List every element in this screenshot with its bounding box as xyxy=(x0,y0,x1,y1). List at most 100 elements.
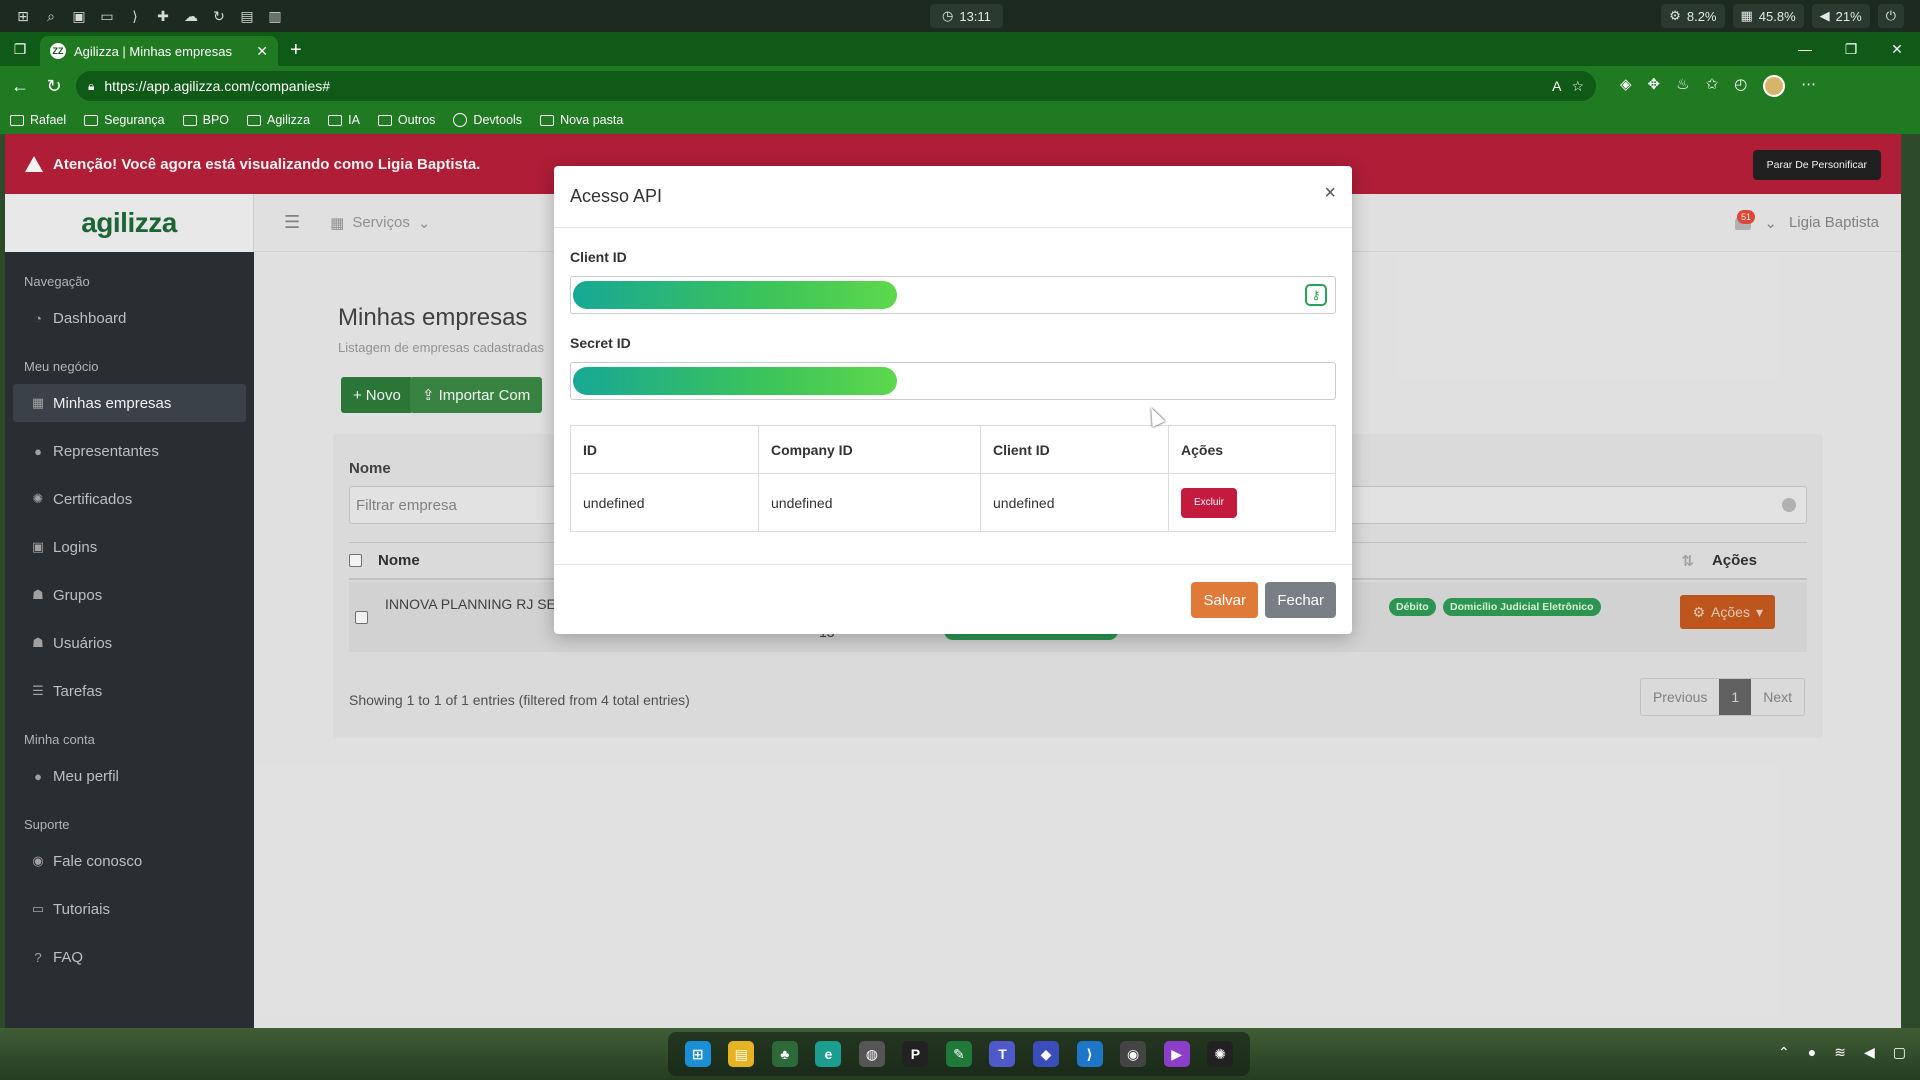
folder-icon xyxy=(10,114,24,126)
column-header-id: ID xyxy=(570,425,759,474)
notepad-icon[interactable]: ✎ xyxy=(945,1041,972,1067)
terminal-icon[interactable]: ▭ xyxy=(98,7,116,25)
vscode-icon[interactable]: ⟩ xyxy=(126,7,144,25)
windows-start-icon[interactable]: ⊞ xyxy=(684,1041,711,1067)
redacted-value xyxy=(573,281,897,309)
volume-value: 21% xyxy=(1835,8,1862,24)
key-shield-icon[interactable]: ⚷ xyxy=(1305,284,1327,306)
puzzle-icon[interactable]: ✥ xyxy=(1648,75,1661,97)
address-bar: ← ↻ 🔒︎ https://app.agilizza.com/companie… xyxy=(0,66,1920,106)
globe-app-icon[interactable]: ◍ xyxy=(858,1041,885,1067)
favorites-icon[interactable]: ✩ xyxy=(1706,75,1719,97)
reload-icon[interactable]: ↻ xyxy=(42,76,66,97)
volume-widget[interactable]: ◀ 21% xyxy=(1811,4,1870,28)
split-screen-icon[interactable]: ♨ xyxy=(1676,75,1689,97)
bookmark-label: BPO xyxy=(202,113,230,127)
clock-widget[interactable]: ◷ 13:11 xyxy=(930,4,1003,28)
openai-icon[interactable]: ✺ xyxy=(1207,1041,1234,1067)
excluir-button[interactable]: Excluir xyxy=(1181,487,1238,518)
bookmark-agilizza[interactable]: Agilizza xyxy=(247,113,310,127)
clock-icon: ◷ xyxy=(942,8,954,23)
file-explorer-icon[interactable]: ▤ xyxy=(728,1041,755,1067)
table-header-row: ID Company ID Client ID Ações xyxy=(570,425,1336,474)
extension-icon[interactable]: ◈ xyxy=(1620,75,1632,97)
cpu-widget[interactable]: ⚙ 8.2% xyxy=(1661,4,1725,28)
leaf-app-icon[interactable]: ♣ xyxy=(771,1041,798,1067)
bookmark-devtools[interactable]: Devtools xyxy=(453,113,522,127)
chrome-icon[interactable]: ◉ xyxy=(1120,1041,1147,1067)
bookmark-ia[interactable]: IA xyxy=(328,113,360,127)
pycharm-icon[interactable]: P xyxy=(902,1041,929,1067)
refresh-app-icon[interactable]: ↻ xyxy=(210,7,228,25)
client-id-field[interactable]: ⚷ xyxy=(570,276,1336,314)
edge-browser-icon[interactable]: e xyxy=(815,1041,842,1067)
cpu-value: 8.2% xyxy=(1686,8,1717,24)
memory-value: 45.8% xyxy=(1758,8,1796,24)
bookmark-label: Segurança xyxy=(104,113,165,127)
profile-avatar[interactable] xyxy=(1763,75,1786,97)
site-info-icon[interactable]: 🔒︎ xyxy=(88,79,94,94)
fechar-button[interactable]: Fechar xyxy=(1265,582,1336,618)
dev-app-icon[interactable]: ◆ xyxy=(1033,1041,1060,1067)
speaker-icon[interactable]: ◀ xyxy=(1864,1044,1875,1061)
new-tab-icon[interactable]: + xyxy=(278,39,314,66)
bookmark-nova-pasta[interactable]: Nova pasta xyxy=(540,113,623,127)
restore-icon[interactable]: ❐ xyxy=(1828,32,1874,66)
video-app-icon[interactable]: ▶ xyxy=(1163,1041,1190,1067)
tab-actions-icon[interactable]: ❐ xyxy=(0,32,40,66)
vscode-icon[interactable]: ⟩ xyxy=(1076,1041,1103,1067)
api-access-modal: Acesso API × Client ID ⚷ Secret ID ID Co… xyxy=(554,166,1352,634)
chevron-up-icon[interactable]: ⌃ xyxy=(1778,1044,1790,1061)
read-aloud-icon[interactable]: A xyxy=(1552,78,1561,94)
browser-tab[interactable]: ZZ Agilizza | Minhas empresas ✕ xyxy=(40,36,278,66)
favorite-star-icon[interactable]: ☆ xyxy=(1571,78,1584,95)
secret-id-field[interactable] xyxy=(570,362,1336,400)
image-app-icon[interactable]: ▣ xyxy=(70,7,88,25)
taskbar: ⊞ ▤ ♣ e ◍ P ✎ T ◆ ⟩ ◉ ▶ ✺ ⌃ ● ≋ ◀ ▢ xyxy=(0,1028,1920,1080)
cloud-icon[interactable]: ☁ xyxy=(182,7,200,25)
windows-start-icon[interactable]: ⊞ xyxy=(14,7,32,25)
plus-app-icon[interactable]: ✚ xyxy=(154,7,172,25)
cpu-icon: ⚙ xyxy=(1669,8,1681,23)
power-widget[interactable]: ⏻ xyxy=(1877,4,1904,28)
power-icon: ⏻ xyxy=(1885,8,1896,23)
system-tray: ⌃ ● ≋ ◀ ▢ xyxy=(1778,1044,1906,1061)
tab-title: Agilizza | Minhas empresas xyxy=(74,43,232,59)
browser-tab-bar: ❐ ZZ Agilizza | Minhas empresas ✕ + — ❐ … xyxy=(0,32,1920,66)
bookmark-seguranca[interactable]: Segurança xyxy=(84,113,165,127)
minimize-icon[interactable]: — xyxy=(1782,32,1828,66)
window-close-icon[interactable]: ✕ xyxy=(1874,32,1920,66)
bookmark-outros[interactable]: Outros xyxy=(377,113,435,127)
bookmark-rafael[interactable]: Rafael xyxy=(10,113,66,127)
notification-icon[interactable]: ▢ xyxy=(1893,1044,1906,1061)
wifi-icon[interactable]: ≋ xyxy=(1834,1044,1846,1061)
bookmark-label: Agilizza xyxy=(267,113,311,127)
clock-time: 13:11 xyxy=(959,8,991,24)
folder-icon[interactable]: ▤ xyxy=(238,7,256,25)
more-menu-icon[interactable]: ⋯ xyxy=(1801,75,1816,97)
table-row: undefined undefined undefined Excluir xyxy=(570,473,1336,532)
bookmark-label: Devtools xyxy=(473,113,523,127)
modal-title: Acesso API xyxy=(570,186,663,206)
speaker-icon: ◀ xyxy=(1819,8,1830,23)
teams-icon[interactable]: T xyxy=(989,1041,1016,1067)
microphone-icon[interactable]: ● xyxy=(1808,1044,1816,1061)
folder-icon xyxy=(328,114,343,126)
os-top-bar: ⊞ ⌕ ▣ ▭ ⟩ ✚ ☁ ↻ ▤ ▥ ◷ 13:11 ⚙ 8.2% ▦ 45.8%… xyxy=(0,0,1920,32)
cell-id: undefined xyxy=(570,473,759,532)
trash-icon[interactable]: ▥ xyxy=(266,7,284,25)
folder-icon xyxy=(377,114,392,126)
salvar-button[interactable]: Salvar xyxy=(1191,582,1258,618)
api-keys-table: ID Company ID Client ID Ações undefined … xyxy=(570,425,1336,532)
tab-close-icon[interactable]: ✕ xyxy=(256,43,268,60)
search-icon[interactable]: ⌕ xyxy=(42,7,60,25)
url-field[interactable]: 🔒︎ https://app.agilizza.com/companies# A… xyxy=(76,71,1596,101)
history-icon[interactable]: ◴ xyxy=(1734,75,1747,97)
bookmark-bpo[interactable]: BPO xyxy=(182,113,230,127)
client-id-label: Client ID xyxy=(570,249,627,265)
modal-header: Acesso API xyxy=(554,166,1352,228)
back-icon[interactable]: ← xyxy=(8,76,32,97)
modal-close-icon[interactable]: × xyxy=(1324,182,1336,205)
globe-icon xyxy=(453,113,468,127)
memory-widget[interactable]: ▦ 45.8% xyxy=(1732,4,1804,28)
